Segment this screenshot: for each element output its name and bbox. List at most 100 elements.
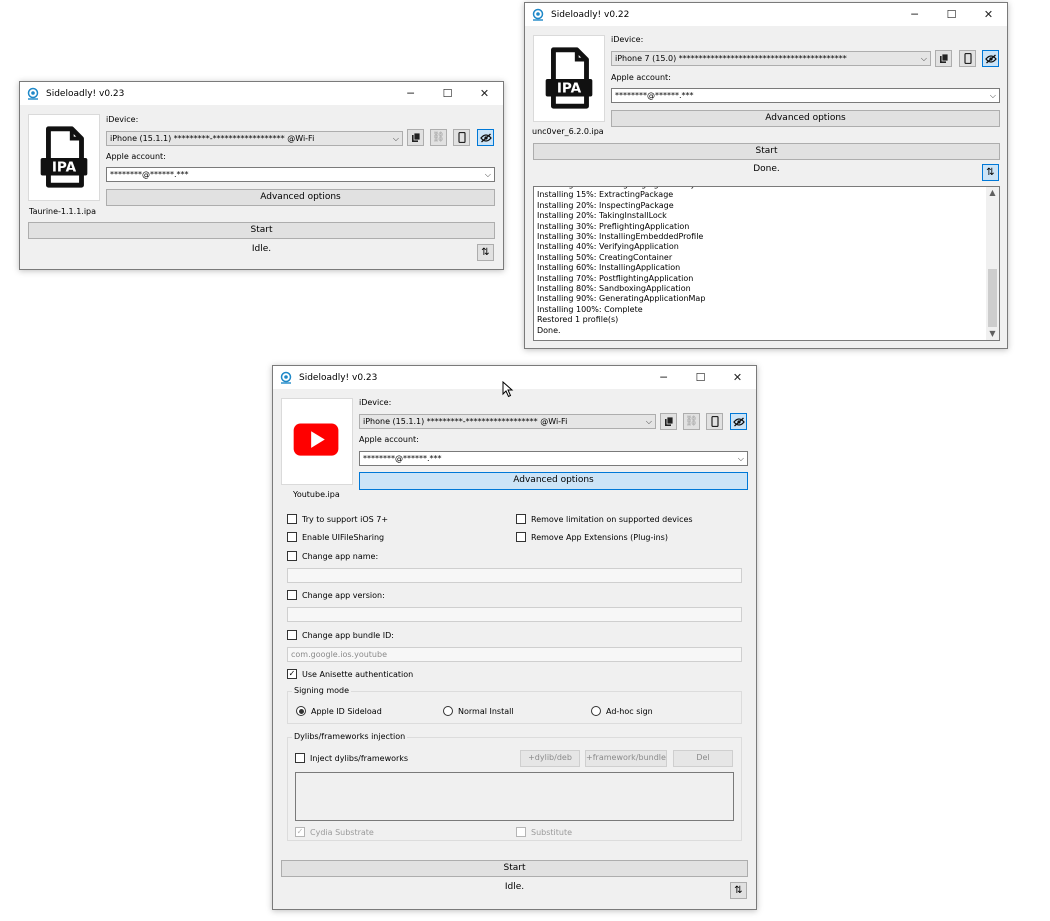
- eye-hidden-icon: [732, 417, 745, 426]
- log-line: Installing 100%: Complete: [537, 304, 643, 314]
- ipa-file-icon: IPA: [545, 47, 593, 109]
- link-button[interactable]: ⛓: [430, 129, 447, 146]
- checkbox-box[interactable]: [287, 551, 297, 561]
- minimize-button[interactable]: ─: [896, 3, 933, 26]
- checkbox-box[interactable]: [287, 630, 297, 640]
- scroll-up-icon[interactable]: ▲: [986, 187, 999, 199]
- device-select[interactable]: iPhone 7 (15.0) ************************…: [611, 51, 931, 66]
- app-name-input[interactable]: [287, 568, 742, 583]
- start-button[interactable]: Start: [281, 860, 748, 877]
- window-2-titlebar[interactable]: Sideloadly! v0.22 ─ ☐ ✕: [525, 3, 1007, 26]
- checkbox-box[interactable]: [287, 590, 297, 600]
- chevron-down-icon: ⌵: [392, 134, 399, 143]
- account-select[interactable]: ********@******.*** ⌵: [106, 167, 495, 182]
- radio-circle[interactable]: [296, 706, 306, 716]
- inject-dylibs-checkbox[interactable]: Inject dylibs/frameworks: [295, 753, 408, 763]
- maximize-button[interactable]: ☐: [429, 82, 466, 105]
- add-dylib-button[interactable]: +dylib/deb: [520, 750, 580, 767]
- change-name-checkbox[interactable]: Change app name:: [287, 551, 378, 561]
- log-scrollbar[interactable]: ▲ ▼: [986, 187, 999, 340]
- status-text: Idle.: [251, 244, 272, 254]
- adhoc-sign-radio[interactable]: Ad-hoc sign: [591, 706, 653, 716]
- close-button[interactable]: ✕: [719, 366, 756, 389]
- checkbox-box[interactable]: [295, 753, 305, 763]
- checkbox-box[interactable]: [516, 514, 526, 524]
- ipa-icon-frame: IPA: [28, 114, 100, 201]
- chevron-down-icon: ⌵: [645, 417, 652, 426]
- ipa-file-icon: IPA: [40, 126, 88, 188]
- phone-button[interactable]: [453, 129, 470, 146]
- change-name-label: Change app name:: [302, 551, 379, 561]
- account-label: Apple account:: [611, 73, 671, 82]
- window-3-title: Sideloadly! v0.23: [299, 372, 378, 383]
- start-button[interactable]: Start: [533, 143, 1000, 160]
- maximize-button[interactable]: ☐: [933, 3, 970, 26]
- start-button[interactable]: Start: [28, 222, 495, 239]
- scroll-down-icon[interactable]: ▼: [986, 328, 999, 340]
- remove-extensions-checkbox[interactable]: Remove App Extensions (Plug-ins): [516, 532, 668, 542]
- maximize-button[interactable]: ☐: [682, 366, 719, 389]
- visibility-toggle-button[interactable]: [730, 413, 747, 430]
- window-3-titlebar[interactable]: Sideloadly! v0.23 ─ ☐ ✕: [273, 366, 756, 389]
- log-output[interactable]: Installing 5%: CreatingStagingDirectoryI…: [533, 186, 1000, 341]
- bundle-id-input[interactable]: com.google.ios.youtube: [287, 647, 742, 662]
- advanced-options-button[interactable]: Advanced options: [611, 110, 1000, 127]
- checkbox-box[interactable]: [516, 532, 526, 542]
- copy-button[interactable]: [407, 129, 424, 146]
- app-version-input[interactable]: [287, 607, 742, 622]
- apple-id-sideload-radio[interactable]: Apple ID Sideload: [296, 706, 382, 716]
- apple-id-sideload-label: Apple ID Sideload: [311, 706, 382, 716]
- youtube-app-icon: [293, 423, 339, 456]
- radio-circle[interactable]: [443, 706, 453, 716]
- add-framework-button[interactable]: +framework/bundle: [585, 750, 667, 767]
- checkbox-box[interactable]: [287, 532, 297, 542]
- phone-button[interactable]: [959, 50, 976, 67]
- svg-text:IPA: IPA: [52, 160, 77, 176]
- visibility-toggle-button[interactable]: [477, 129, 494, 146]
- checkbox-box[interactable]: ✓: [287, 669, 297, 679]
- sort-button[interactable]: ⇅: [730, 882, 747, 899]
- log-line: Installing 50%: CreatingContainer: [537, 252, 673, 262]
- mouse-cursor-icon: [502, 381, 514, 398]
- advanced-options-button[interactable]: Advanced options: [106, 189, 495, 206]
- account-select[interactable]: ********@******.*** ⌵: [359, 451, 748, 466]
- cydia-substrate-checkbox[interactable]: ✓ Cydia Substrate: [295, 827, 374, 837]
- change-bundle-checkbox[interactable]: Change app bundle ID:: [287, 630, 394, 640]
- device-select[interactable]: iPhone (15.1.1) *********-**************…: [359, 414, 656, 429]
- checkbox-box[interactable]: ✓: [295, 827, 305, 837]
- change-version-checkbox[interactable]: Change app version:: [287, 590, 385, 600]
- radio-circle[interactable]: [591, 706, 601, 716]
- anisette-checkbox[interactable]: ✓ Use Anisette authentication: [287, 669, 413, 679]
- copy-button[interactable]: [660, 413, 677, 430]
- delete-button[interactable]: Del: [673, 750, 733, 767]
- radio-dot: [298, 708, 304, 714]
- dylibs-list[interactable]: [295, 772, 734, 821]
- visibility-toggle-button[interactable]: [982, 50, 999, 67]
- minimize-button[interactable]: ─: [392, 82, 429, 105]
- bundle-id-placeholder: com.google.ios.youtube: [291, 650, 387, 659]
- device-select[interactable]: iPhone (15.1.1) *********-**************…: [106, 131, 403, 146]
- file-sharing-checkbox[interactable]: Enable UIFileSharing: [287, 532, 384, 542]
- log-line: Installing 90%: GeneratingApplicationMap: [537, 294, 706, 304]
- app-icon-frame: [281, 398, 353, 485]
- close-button[interactable]: ✕: [970, 3, 1007, 26]
- account-select[interactable]: ********@******.*** ⌵: [611, 88, 1000, 103]
- sort-button[interactable]: ⇅: [477, 244, 494, 261]
- minimize-button[interactable]: ─: [645, 366, 682, 389]
- checkbox-box[interactable]: [516, 827, 526, 837]
- anisette-label: Use Anisette authentication: [302, 669, 414, 679]
- sort-button[interactable]: ⇅: [982, 164, 999, 181]
- log-line: Restored 1 profile(s): [537, 315, 619, 325]
- window-1-titlebar[interactable]: Sideloadly! v0.23 ─ ☐ ✕: [20, 82, 503, 105]
- normal-install-radio[interactable]: Normal Install: [443, 706, 514, 716]
- scroll-thumb[interactable]: [988, 269, 997, 327]
- link-button[interactable]: ⛓: [683, 413, 700, 430]
- ios7-checkbox[interactable]: Try to support iOS 7+: [287, 514, 388, 524]
- copy-button[interactable]: [935, 50, 952, 67]
- checkbox-box[interactable]: [287, 514, 297, 524]
- phone-button[interactable]: [706, 413, 723, 430]
- substitute-checkbox[interactable]: Substitute: [516, 827, 572, 837]
- close-button[interactable]: ✕: [466, 82, 503, 105]
- remove-limitation-checkbox[interactable]: Remove limitation on supported devices: [516, 514, 693, 524]
- advanced-options-button[interactable]: Advanced options: [359, 472, 748, 490]
